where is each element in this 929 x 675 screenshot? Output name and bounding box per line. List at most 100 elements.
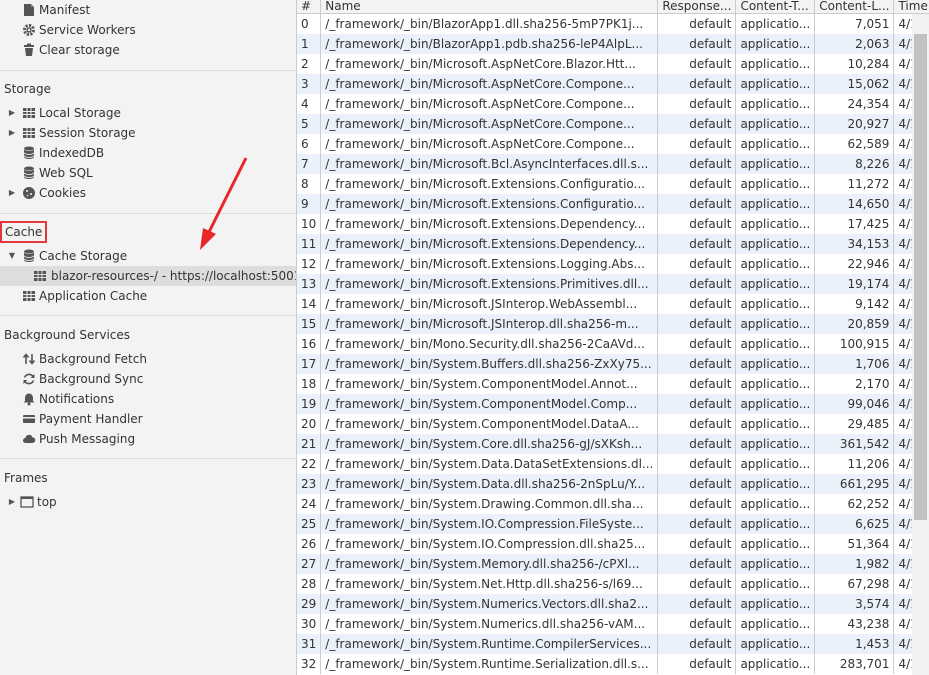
sidebar-item-notifications[interactable]: Notifications [0,389,296,409]
table-cell: 67,298 [814,574,895,594]
column-header-response-type[interactable]: Response... [657,0,737,14]
table-cell: 26 [297,534,322,554]
expand-triangle-icon[interactable]: ▶ [8,103,16,123]
column-header-time-cached[interactable]: Time Cach... [893,0,929,14]
column-header-content-type[interactable]: Content-T... [735,0,816,14]
table-cell: 62,589 [814,134,895,154]
expand-triangle-icon[interactable]: ▶ [8,492,16,512]
sidebar-item-clear-storage[interactable]: Clear storage [0,40,296,60]
table-cell: applicatio... [735,274,816,294]
table-cell: 1,982 [814,554,895,574]
table-row[interactable]: 19/_framework/_bin/System.ComponentModel… [297,394,929,414]
sidebar-item-cookies[interactable]: ▶ Cookies [0,183,296,203]
table-row[interactable]: 1/_framework/_bin/BlazorApp1.pdb.sha256-… [297,34,929,54]
collapse-triangle-icon[interactable]: ▼ [8,246,16,266]
table-row[interactable]: 26/_framework/_bin/System.IO.Compression… [297,534,929,554]
table-row[interactable]: 15/_framework/_bin/Microsoft.JSInterop.d… [297,314,929,334]
table-row[interactable]: 30/_framework/_bin/System.Numerics.dll.s… [297,614,929,634]
table-row[interactable]: 13/_framework/_bin/Microsoft.Extensions.… [297,274,929,294]
column-header-content-length[interactable]: Content-L... [814,0,895,14]
table-row[interactable]: 9/_framework/_bin/Microsoft.Extensions.C… [297,194,929,214]
table-row[interactable]: 31/_framework/_bin/System.Runtime.Compil… [297,634,929,654]
sidebar-item-label: Payment Handler [39,412,143,426]
table-row[interactable]: 24/_framework/_bin/System.Drawing.Common… [297,494,929,514]
expand-triangle-icon[interactable]: ▶ [8,183,16,203]
table-row[interactable]: 32/_framework/_bin/System.Runtime.Serial… [297,654,929,674]
table-row[interactable]: 2/_framework/_bin/Microsoft.AspNetCore.B… [297,54,929,74]
table-row[interactable]: 22/_framework/_bin/System.Data.DataSetEx… [297,454,929,474]
sidebar-item-application-cache[interactable]: Application Cache [0,286,296,306]
table-cell: 13 [297,274,322,294]
sidebar-item-service-workers[interactable]: Service Workers [0,20,296,40]
table-row[interactable]: 7/_framework/_bin/Microsoft.Bcl.AsyncInt… [297,154,929,174]
table-row[interactable]: 21/_framework/_bin/System.Core.dll.sha25… [297,434,929,454]
table-row[interactable]: 10/_framework/_bin/Microsoft.Extensions.… [297,214,929,234]
database-icon [23,166,35,179]
table-row[interactable]: 0/_framework/_bin/BlazorApp1.dll.sha256-… [297,13,929,34]
table-cell: /_framework/_bin/BlazorApp1.dll.sha256-5… [320,13,659,34]
sidebar-item-background-sync[interactable]: Background Sync [0,369,296,389]
table-cell: 661,295 [814,474,895,494]
table-cell: applicatio... [735,414,816,434]
table-row[interactable]: 23/_framework/_bin/System.Data.dll.sha25… [297,474,929,494]
table-cell: applicatio... [735,54,816,74]
trash-icon [24,43,34,56]
sidebar-item-cache-storage[interactable]: ▼ Cache Storage [0,246,296,266]
table-cell: /_framework/_bin/System.Numerics.Vectors… [320,594,659,614]
table-cell: 62,252 [814,494,895,514]
table-cell: 11,206 [814,454,895,474]
sidebar-item-session-storage[interactable]: ▶ Session Storage [0,123,296,143]
sidebar-item-manifest[interactable]: Manifest [0,0,296,20]
table-row[interactable]: 4/_framework/_bin/Microsoft.AspNetCore.C… [297,94,929,114]
table-row[interactable]: 6/_framework/_bin/Microsoft.AspNetCore.C… [297,134,929,154]
table-cell: applicatio... [735,74,816,94]
table-cell: 100,915 [814,334,895,354]
table-row[interactable]: 12/_framework/_bin/Microsoft.Extensions.… [297,254,929,274]
table-cell: /_framework/_bin/Microsoft.Extensions.Lo… [320,254,659,274]
sidebar-item-background-fetch[interactable]: Background Fetch [0,349,296,369]
table-cell: 43,238 [814,614,895,634]
table-cell: 2,170 [814,374,895,394]
table-header-row: # Name Response... Content-T... Content-… [297,0,929,14]
table-cell: default [657,194,737,214]
sidebar-item-push-messaging[interactable]: Push Messaging [0,429,296,449]
sidebar-item-label: Application Cache [39,289,148,303]
sidebar-item-label: top [37,495,57,509]
table-row[interactable]: 27/_framework/_bin/System.Memory.dll.sha… [297,554,929,574]
sidebar-item-web-sql[interactable]: Web SQL [0,163,296,183]
cloud-icon [23,434,36,443]
sidebar-item-local-storage[interactable]: ▶ Local Storage [0,103,296,123]
table-cell: 22 [297,454,322,474]
column-header-index[interactable]: # [297,0,322,14]
table-row[interactable]: 16/_framework/_bin/Mono.Security.dll.sha… [297,334,929,354]
table-cell: applicatio... [735,214,816,234]
table-cell: /_framework/_bin/Microsoft.Extensions.De… [320,214,659,234]
table-row[interactable]: 14/_framework/_bin/Microsoft.JSInterop.W… [297,294,929,314]
table-cell: 3 [297,74,322,94]
table-row[interactable]: 3/_framework/_bin/Microsoft.AspNetCore.C… [297,74,929,94]
table-row[interactable]: 11/_framework/_bin/Microsoft.Extensions.… [297,234,929,254]
sidebar-item-frame-top[interactable]: ▶ top [0,492,296,512]
sidebar-item-payment-handler[interactable]: Payment Handler [0,409,296,429]
table-cell: default [657,234,737,254]
scrollbar-thumb[interactable] [914,34,927,520]
table-row[interactable]: 5/_framework/_bin/Microsoft.AspNetCore.C… [297,114,929,134]
sidebar-item-indexeddb[interactable]: IndexedDB [0,143,296,163]
table-cell: applicatio... [735,294,816,314]
table-cell: /_framework/_bin/System.Runtime.Serializ… [320,654,659,674]
table-row[interactable]: 29/_framework/_bin/System.Numerics.Vecto… [297,594,929,614]
sidebar-item-cache-entry[interactable]: blazor-resources-/ - https://localhost:5… [0,266,296,286]
table-row[interactable]: 28/_framework/_bin/System.Net.Http.dll.s… [297,574,929,594]
sidebar-item-label: Push Messaging [39,432,136,446]
table-row[interactable]: 25/_framework/_bin/System.IO.Compression… [297,514,929,534]
table-row[interactable]: 20/_framework/_bin/System.ComponentModel… [297,414,929,434]
table-cell: 6 [297,134,322,154]
table-row[interactable]: 8/_framework/_bin/Microsoft.Extensions.C… [297,174,929,194]
table-cell: default [657,494,737,514]
table-row[interactable]: 18/_framework/_bin/System.ComponentModel… [297,374,929,394]
expand-triangle-icon[interactable]: ▶ [8,123,16,143]
table-cell: 28 [297,574,322,594]
table-row[interactable]: 17/_framework/_bin/System.Buffers.dll.sh… [297,354,929,374]
table-cell: 11 [297,234,322,254]
column-header-name[interactable]: Name [320,0,659,14]
